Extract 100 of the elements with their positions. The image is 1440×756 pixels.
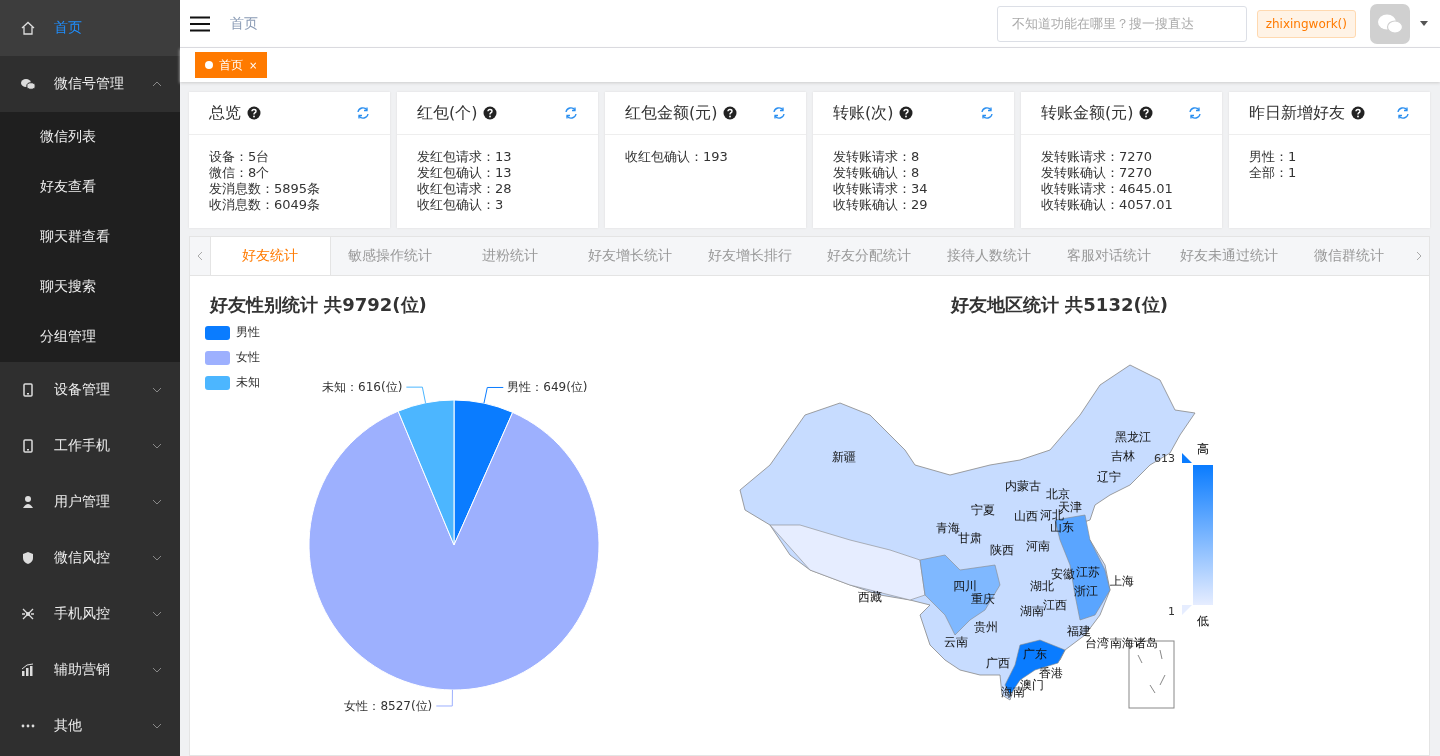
- region-label: 辽宁: [1097, 470, 1121, 484]
- region-label: 甘肃: [958, 531, 982, 545]
- pie-slice[interactable]: [308, 410, 600, 691]
- refresh-icon[interactable]: [980, 106, 994, 120]
- stat-line: 男性：1: [1249, 149, 1298, 165]
- card-title: 转账金额(元): [1041, 102, 1134, 124]
- card-title: 总览: [209, 102, 241, 124]
- help-icon[interactable]: [899, 106, 914, 120]
- card-title: 红包金额(元): [625, 102, 718, 124]
- region-label: 宁夏: [971, 503, 995, 517]
- sidebar-item[interactable]: 微信号管理: [0, 56, 180, 112]
- scale-handle-icon[interactable]: [1182, 605, 1192, 615]
- region-label: 湖南: [1020, 604, 1044, 618]
- stat-line: 发消息数：5895条: [209, 181, 322, 197]
- chevron-icon: [152, 499, 162, 505]
- region-label: 新疆: [832, 450, 856, 464]
- chevron-icon: [152, 387, 162, 393]
- stat-line: 发红包请求：13: [417, 149, 513, 165]
- submenu-item[interactable]: 微信列表: [0, 112, 180, 162]
- region-label: 重庆: [971, 592, 995, 606]
- card-title: 昨日新增好友: [1249, 102, 1345, 124]
- chevron-icon: [152, 443, 162, 449]
- refresh-icon[interactable]: [564, 106, 578, 120]
- chevron-icon: [152, 555, 162, 561]
- refresh-icon[interactable]: [356, 106, 370, 120]
- region-label: 上海: [1110, 574, 1134, 588]
- stat-line: 发转账请求：7270: [1041, 149, 1154, 165]
- stat-line: 收消息数：6049条: [209, 197, 322, 213]
- legend-label[interactable]: 未知: [236, 374, 260, 391]
- menu-item-icon: [20, 382, 36, 398]
- region-label: 陕西: [990, 543, 1014, 557]
- legend-label[interactable]: 女性: [236, 349, 260, 366]
- region-label: 广西: [986, 656, 1010, 670]
- submenu-item[interactable]: 分组管理: [0, 312, 180, 362]
- sidebar-item[interactable]: 微信风控: [0, 530, 180, 586]
- sidebar-item[interactable]: 用户管理: [0, 474, 180, 530]
- chevron-icon: [152, 667, 162, 673]
- card-title: 红包(个): [417, 102, 478, 124]
- region-label: 四川: [953, 579, 977, 593]
- region-label: 山西: [1014, 509, 1038, 523]
- region-label: 北京: [1046, 487, 1070, 501]
- stat-line: 设备：5台: [209, 149, 271, 165]
- region-label: 江西: [1043, 598, 1067, 612]
- region-label: 香港: [1039, 666, 1063, 680]
- chevron-left-icon[interactable]: [197, 251, 203, 261]
- help-icon[interactable]: [723, 106, 738, 120]
- slice-label: 男性：649(位): [507, 380, 588, 395]
- refresh-icon[interactable]: [1396, 106, 1410, 120]
- region-label: 云南: [944, 635, 968, 649]
- stat-line: 收红包请求：28: [417, 181, 513, 197]
- submenu-item[interactable]: 好友查看: [0, 162, 180, 212]
- menu-item-icon: [20, 76, 36, 92]
- help-icon[interactable]: [1351, 106, 1365, 120]
- legend-swatch[interactable]: [205, 375, 230, 390]
- leader-line: [405, 386, 427, 404]
- stat-line: 发转账请求：8: [833, 149, 921, 165]
- legend-swatch[interactable]: [205, 350, 230, 365]
- region-label: 湖北: [1030, 579, 1054, 593]
- help-icon[interactable]: [1139, 106, 1154, 120]
- chart-title: 好友性别统计 共9792(位): [208, 293, 428, 317]
- legend-label[interactable]: 男性: [236, 324, 260, 341]
- caret-icon[interactable]: [1420, 20, 1428, 27]
- leader-line: [483, 387, 504, 404]
- sidebar-item[interactable]: 辅助营销: [0, 642, 180, 698]
- refresh-icon[interactable]: [772, 106, 786, 120]
- stat-line: 收转账请求：34: [833, 181, 929, 197]
- menu-icon[interactable]: [190, 15, 210, 32]
- refresh-icon[interactable]: [1188, 106, 1202, 120]
- chevron-right-icon[interactable]: [1415, 251, 1422, 261]
- scale-handle-icon[interactable]: [1182, 453, 1192, 463]
- region-label: 黑龙江: [1115, 430, 1151, 444]
- region-label: 内蒙古: [1005, 479, 1041, 493]
- help-icon[interactable]: [247, 106, 261, 120]
- region-label: 台湾: [1085, 636, 1109, 650]
- stat-line: 微信：8个: [209, 165, 271, 181]
- pie-slice[interactable]: [397, 399, 455, 546]
- sidebar-item[interactable]: 其他: [0, 698, 180, 754]
- chevron-icon: [152, 81, 162, 87]
- stat-line: 发红包确认：13: [417, 165, 513, 181]
- submenu-item[interactable]: 聊天搜索: [0, 262, 180, 312]
- stat-line: 全部：1: [1249, 165, 1298, 181]
- sidebar-item[interactable]: 工作手机: [0, 418, 180, 474]
- region-label: 南海诸岛: [1110, 636, 1158, 650]
- help-icon[interactable]: [483, 106, 498, 120]
- region-label: 广东: [1023, 647, 1047, 661]
- menu-item-icon: [20, 662, 36, 678]
- sidebar-item[interactable]: 手机风控: [0, 586, 180, 642]
- chevron-icon: [152, 723, 162, 729]
- scale-min-label: 1: [1168, 605, 1175, 618]
- legend-swatch[interactable]: [205, 325, 230, 340]
- menu-item-icon: [20, 550, 36, 566]
- stat-line: 收转账确认：4057.01: [1041, 197, 1174, 213]
- region-label: 贵州: [974, 620, 998, 634]
- region-label: 吉林: [1111, 449, 1135, 463]
- leader-line: [435, 689, 453, 707]
- submenu-item[interactable]: 聊天群查看: [0, 212, 180, 262]
- region-label: 浙江: [1074, 584, 1098, 598]
- region-label: 山东: [1050, 520, 1074, 534]
- sidebar-item[interactable]: 设备管理: [0, 362, 180, 418]
- menu-item-icon: [20, 20, 36, 36]
